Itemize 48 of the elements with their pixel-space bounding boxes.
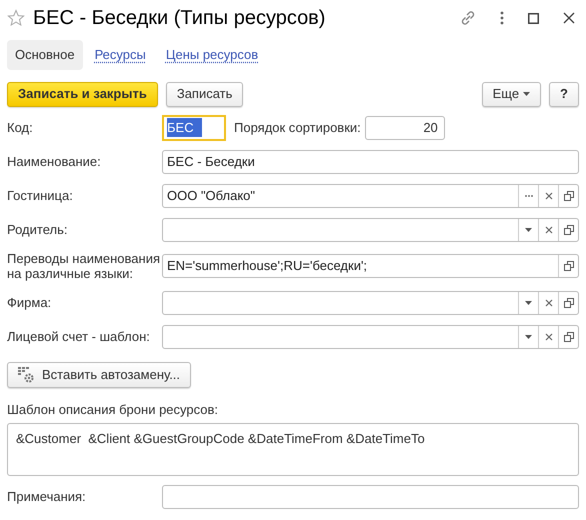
field-label: Переводы наименования на различные языки: [7, 250, 161, 282]
maximize-icon[interactable] [528, 12, 539, 24]
tab[interactable]: Цены ресурсов [158, 40, 266, 70]
field-label: Шаблон описания брони ресурсов: [7, 400, 220, 419]
save-button[interactable]: Записать [166, 82, 244, 106]
notes-field[interactable] [162, 485, 579, 510]
open-icon [564, 298, 574, 308]
dropdown-icon [525, 228, 532, 232]
field-label: Примечания: [7, 489, 87, 505]
input-field[interactable]: БЕС - Беседки [162, 150, 579, 174]
table-gear-icon [18, 366, 34, 383]
open-icon [564, 261, 574, 272]
field-label: Фирма: [7, 294, 52, 310]
field-label: Гостиница: [7, 188, 74, 204]
clear-icon [544, 192, 552, 200]
insert-autoreplace-button[interactable]: Вставить автозамену... [7, 362, 192, 388]
field-label: Наименование: [7, 154, 102, 170]
open-icon [564, 190, 574, 200]
input-field[interactable] [162, 324, 579, 349]
tab[interactable]: Ресурсы [86, 40, 154, 70]
field-label: Код: [7, 120, 34, 136]
caret-icon [523, 92, 530, 96]
close-icon[interactable] [563, 12, 575, 24]
clear-icon [544, 332, 552, 341]
open-icon [564, 332, 574, 342]
field-label: Родитель: [7, 222, 68, 238]
tab[interactable]: Основное [7, 40, 83, 70]
dropdown-icon [525, 300, 532, 305]
window-title: БЕС - Беседки (Типы ресурсов) [33, 6, 326, 31]
input-field[interactable]: ООО "Облако" [162, 184, 579, 208]
sort-order-field[interactable]: 20 [364, 116, 445, 140]
clear-icon [544, 226, 552, 234]
save-and-close-button[interactable]: Записать и закрыть [7, 82, 158, 106]
template-textarea[interactable]: &Customer &Client &GuestGroupCode &DateTimeFrom &DateTimeTo [7, 423, 579, 476]
field-label: Порядок сортировки: [234, 118, 361, 137]
dropdown-icon [525, 334, 532, 339]
link-icon[interactable] [460, 10, 476, 26]
more-icon[interactable] [500, 11, 504, 25]
help-button[interactable]: ? [549, 82, 579, 106]
input-field[interactable]: EN='summerhouse';RU='беседки'; [162, 254, 579, 278]
field-label: Лицевой счет - шаблон: [7, 328, 151, 344]
open-icon [564, 224, 574, 234]
more-button[interactable]: Еще [482, 82, 542, 106]
input-field[interactable] [162, 218, 579, 242]
input-field[interactable] [162, 290, 579, 315]
clear-icon [544, 298, 552, 307]
code-field[interactable]: БЕС [162, 114, 226, 140]
star-icon[interactable] [7, 9, 25, 27]
